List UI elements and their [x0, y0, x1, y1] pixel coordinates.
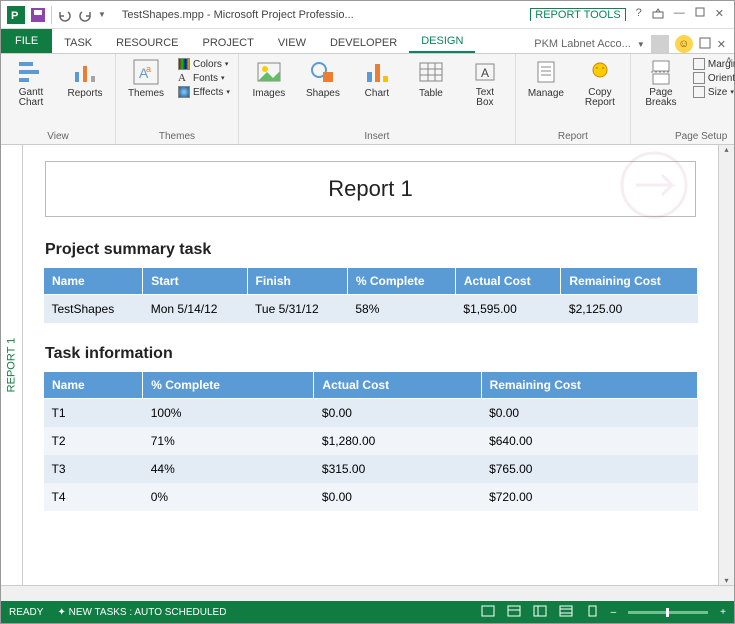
table-row: T344%$315.00$765.00: [44, 455, 698, 483]
contextual-tab-label: REPORT TOOLS: [530, 8, 625, 21]
svg-text:a: a: [146, 64, 151, 74]
svg-text:A: A: [481, 66, 489, 80]
account-label[interactable]: PKM Labnet Acco...: [534, 38, 631, 50]
zoom-in-icon[interactable]: +: [720, 607, 726, 618]
view-shortcut-2-icon[interactable]: [507, 605, 521, 620]
table-row: T40%$0.00$720.00: [44, 483, 698, 511]
chart-button[interactable]: Chart: [355, 58, 399, 99]
col-header: Actual Cost: [314, 372, 481, 399]
view-shortcut-3-icon[interactable]: [533, 605, 547, 620]
feedback-icon[interactable]: ☺: [675, 35, 693, 53]
summary-table: NameStartFinish% CompleteActual CostRema…: [43, 267, 698, 323]
table-row: TestShapesMon 5/14/12Tue 5/31/1258%$1,59…: [44, 295, 698, 324]
svg-text:P: P: [11, 10, 18, 22]
images-button[interactable]: Images: [247, 58, 291, 99]
ribbon-options-icon[interactable]: [652, 7, 664, 22]
group-label-pagesetup: Page Setup: [639, 131, 735, 142]
fonts-button[interactable]: AFonts ▾: [178, 72, 230, 84]
report-title: Report 1: [60, 176, 681, 202]
group-label-view: View: [9, 131, 107, 142]
effects-button[interactable]: Effects ▾: [178, 86, 230, 98]
col-header: Remaining Cost: [481, 372, 697, 399]
save-icon[interactable]: [31, 8, 45, 22]
group-label-report: Report: [524, 131, 622, 142]
minimize-icon[interactable]: —: [674, 7, 685, 22]
avatar[interactable]: [651, 35, 669, 53]
zoom-out-icon[interactable]: –: [611, 607, 617, 618]
tab-task[interactable]: TASK: [52, 33, 104, 53]
close-icon[interactable]: ✕: [715, 7, 724, 22]
textbox-button[interactable]: AText Box: [463, 58, 507, 108]
themes-button[interactable]: Aa Themes: [124, 58, 168, 99]
group-label-themes: Themes: [124, 131, 230, 142]
col-header: Name: [44, 372, 143, 399]
shapes-button[interactable]: Shapes: [301, 58, 345, 99]
redo-icon[interactable]: [78, 8, 92, 22]
maximize-icon[interactable]: [695, 7, 705, 22]
table-button[interactable]: Table: [409, 58, 453, 99]
tasks-table: Name% CompleteActual CostRemaining Cost …: [43, 371, 698, 511]
zoom-slider[interactable]: [628, 611, 708, 614]
summary-heading: Project summary task: [45, 241, 696, 259]
tab-project[interactable]: PROJECT: [191, 33, 266, 53]
gantt-chart-button[interactable]: Gantt Chart: [9, 58, 53, 108]
col-header: % Complete: [143, 372, 314, 399]
page-breaks-button[interactable]: Page Breaks: [639, 58, 683, 108]
close-doc-icon[interactable]: ✕: [717, 38, 726, 51]
view-shortcut-1-icon[interactable]: [481, 605, 495, 620]
copy-report-button[interactable]: Copy Report: [578, 58, 622, 108]
manage-button[interactable]: Manage: [524, 58, 568, 99]
tab-design[interactable]: DESIGN: [409, 31, 475, 53]
side-tab-report[interactable]: REPORT 1: [1, 145, 23, 585]
status-ready: READY: [9, 607, 43, 618]
window-title: TestShapes.mpp - Microsoft Project Profe…: [112, 9, 530, 21]
tab-resource[interactable]: RESOURCE: [104, 33, 190, 53]
view-shortcut-4-icon[interactable]: [559, 605, 573, 620]
tab-view[interactable]: VIEW: [266, 33, 318, 53]
col-header: Finish: [247, 268, 347, 295]
col-header: Actual Cost: [455, 268, 561, 295]
separator: [51, 6, 52, 24]
tab-developer[interactable]: DEVELOPER: [318, 33, 409, 53]
status-newtasks[interactable]: ✦ NEW TASKS : AUTO SCHEDULED: [57, 607, 226, 618]
col-header: % Complete: [347, 268, 455, 295]
view-shortcut-5-icon[interactable]: [585, 605, 599, 620]
size-button[interactable]: Size ▾: [693, 86, 735, 98]
file-tab[interactable]: FILE: [1, 29, 52, 53]
orientation-button[interactable]: Orientation ▾: [693, 72, 735, 84]
pin-window-icon[interactable]: [699, 37, 711, 52]
collapse-ribbon-icon[interactable]: ˄: [726, 55, 732, 67]
tasks-heading: Task information: [45, 345, 696, 363]
col-header: Remaining Cost: [561, 268, 698, 295]
undo-icon[interactable]: [58, 8, 72, 22]
app-icon: P: [7, 6, 25, 24]
colors-button[interactable]: Colors ▾: [178, 58, 230, 70]
reports-button[interactable]: Reports: [63, 58, 107, 99]
table-row: T1100%$0.00$0.00: [44, 399, 698, 428]
horizontal-scrollbar[interactable]: [1, 585, 734, 601]
help-icon[interactable]: ?: [636, 7, 642, 22]
group-label-insert: Insert: [247, 131, 507, 142]
table-row: T271%$1,280.00$640.00: [44, 427, 698, 455]
col-header: Name: [44, 268, 143, 295]
vertical-scrollbar[interactable]: ▴ ▾: [718, 145, 734, 585]
col-header: Start: [143, 268, 247, 295]
qat-dropdown-icon[interactable]: ▼: [98, 10, 106, 19]
